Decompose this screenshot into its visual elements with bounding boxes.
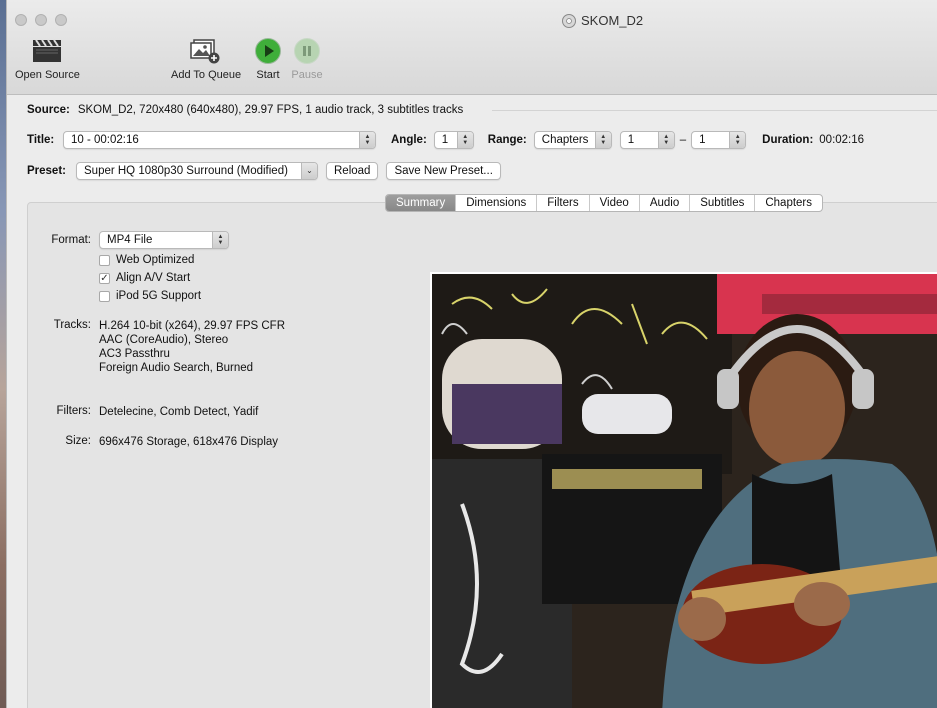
- checkmark-icon: ✓: [99, 272, 110, 284]
- tab-chapters[interactable]: Chapters: [755, 195, 822, 211]
- preview-frame-image: [432, 274, 937, 708]
- zoom-button[interactable]: [55, 14, 67, 26]
- open-source-button[interactable]: Open Source: [15, 36, 80, 81]
- duration-label: Duration:: [762, 134, 814, 146]
- track-item: Foreign Audio Search, Burned: [99, 362, 254, 374]
- tab-video[interactable]: Video: [590, 195, 640, 211]
- range-dash: –: [679, 134, 687, 146]
- divider: [492, 110, 937, 111]
- source-row: Source: SKOM_D2, 720x480 (640x480), 29.9…: [27, 104, 463, 116]
- save-new-preset-button[interactable]: Save New Preset...: [386, 162, 501, 180]
- size-value: 696x476 Storage, 618x476 Display: [99, 436, 279, 448]
- track-item: H.264 10-bit (x264), 29.97 FPS CFR: [99, 320, 285, 332]
- close-button[interactable]: [15, 14, 27, 26]
- titlebar-toolbar: SKOM_D2 Open Source Add To Queue Start P…: [7, 0, 937, 95]
- range-label: Range:: [487, 134, 527, 146]
- tab-summary[interactable]: Summary: [386, 195, 457, 211]
- start-button[interactable]: Start: [252, 36, 284, 81]
- stepper-arrows-icon: ▲ ▼: [657, 132, 674, 148]
- pause-icon: [291, 36, 323, 66]
- range-start-popup[interactable]: 1 ▲ ▼: [619, 131, 675, 149]
- clapperboard-icon: [31, 36, 63, 66]
- track-item: AC3 Passthru: [99, 348, 170, 360]
- add-photos-icon: [190, 36, 222, 66]
- reload-button[interactable]: Reload: [326, 162, 379, 180]
- source-label: Source:: [27, 104, 70, 116]
- disc-icon: [562, 13, 576, 28]
- stepper-arrows-icon: ▲ ▼: [359, 132, 375, 148]
- tab-filters[interactable]: Filters: [537, 195, 590, 211]
- filters-value: Detelecine, Comb Detect, Yadif: [99, 406, 259, 418]
- source-value: SKOM_D2, 720x480 (640x480), 29.97 FPS, 1…: [77, 104, 464, 116]
- title-row: Title: 10 - 00:02:16 ▲ ▼ Angle: 1 ▲ ▼ Rang…: [27, 131, 864, 149]
- tracks-label: Tracks:: [53, 319, 91, 331]
- add-to-queue-button[interactable]: Add To Queue: [171, 36, 241, 81]
- format-popup[interactable]: MP4 File ▲ ▼: [99, 231, 229, 249]
- duration-value: 00:02:16: [819, 134, 865, 146]
- tab-audio[interactable]: Audio: [640, 195, 691, 211]
- format-label: Format:: [51, 234, 91, 246]
- align-av-start-checkbox[interactable]: ✓ Align A/V Start: [99, 272, 190, 284]
- video-preview: [430, 272, 937, 708]
- filters-label: Filters:: [56, 405, 92, 417]
- title-label: Title:: [27, 134, 55, 146]
- tracks-list: H.264 10-bit (x264), 29.97 FPS CFR AAC (…: [99, 319, 285, 375]
- preset-row: Preset: Super HQ 1080p30 Surround (Modif…: [27, 162, 501, 180]
- pause-button[interactable]: Pause: [291, 36, 323, 81]
- checkbox-empty-icon: [99, 254, 110, 266]
- stepper-arrows-icon: ▲ ▼: [456, 132, 473, 148]
- web-optimized-checkbox[interactable]: Web Optimized: [99, 254, 194, 266]
- handbrake-window: SKOM_D2 Open Source Add To Queue Start P…: [6, 0, 937, 708]
- window-title: SKOM_D2: [562, 13, 643, 28]
- angle-label: Angle:: [391, 134, 427, 146]
- preset-popup[interactable]: Super HQ 1080p30 Surround (Modified) ⌄: [76, 162, 318, 180]
- angle-popup[interactable]: 1 ▲ ▼: [433, 131, 474, 149]
- chevron-down-icon: ⌄: [301, 163, 317, 179]
- size-label: Size:: [65, 435, 91, 447]
- tab-dimensions[interactable]: Dimensions: [456, 195, 538, 211]
- tab-bar: Summary Dimensions Filters Video Audio S…: [385, 194, 824, 212]
- range-end-popup[interactable]: 1 ▲ ▼: [691, 131, 747, 149]
- preset-label: Preset:: [27, 165, 66, 177]
- stepper-arrows-icon: ▲ ▼: [594, 132, 611, 148]
- tab-subtitles[interactable]: Subtitles: [690, 195, 756, 211]
- checkbox-empty-icon: [99, 290, 110, 302]
- ipod-5g-support-checkbox[interactable]: iPod 5G Support: [99, 290, 201, 302]
- stepper-arrows-icon: ▲ ▼: [212, 232, 228, 248]
- title-popup[interactable]: 10 - 00:02:16 ▲ ▼: [63, 131, 376, 149]
- range-type-popup[interactable]: Chapters ▲ ▼: [533, 131, 612, 149]
- stepper-arrows-icon: ▲ ▼: [729, 132, 746, 148]
- minimize-button[interactable]: [35, 14, 47, 26]
- play-icon: [252, 36, 284, 66]
- track-item: AAC (CoreAudio), Stereo: [99, 334, 229, 346]
